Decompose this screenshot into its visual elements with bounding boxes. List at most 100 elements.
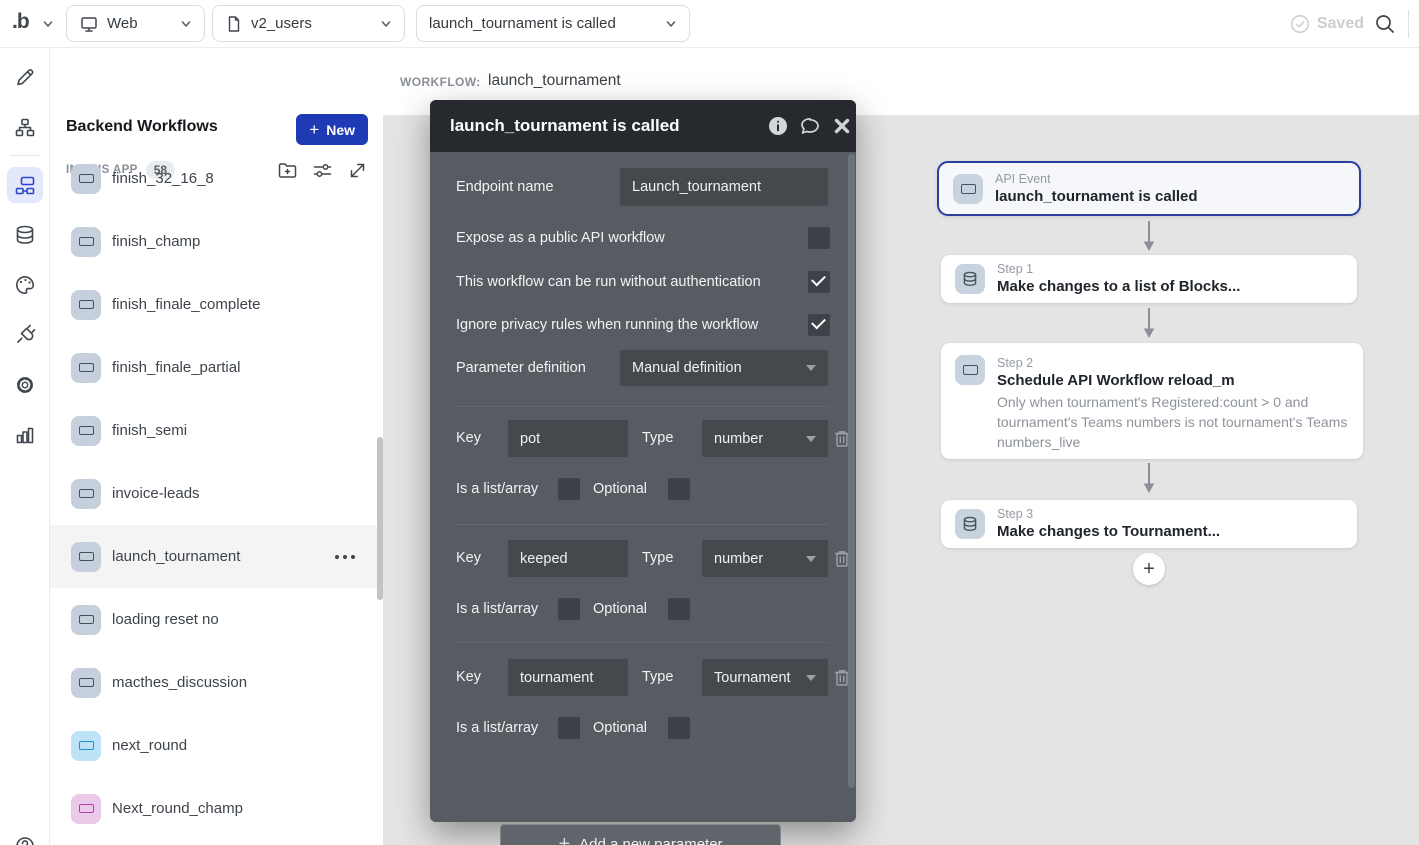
card-condition: Only when tournament's Registered:count … bbox=[997, 392, 1349, 452]
card-title: Make changes to Tournament... bbox=[997, 522, 1220, 542]
page-select-dropdown[interactable]: v2_users bbox=[212, 5, 405, 42]
param-type-select[interactable]: number bbox=[702, 540, 828, 577]
param-key-input[interactable] bbox=[508, 420, 628, 457]
styles-palette-icon[interactable] bbox=[7, 267, 43, 303]
optional-checkbox[interactable] bbox=[668, 478, 690, 500]
left-icon-rail bbox=[0, 48, 50, 845]
workflow-item-icon bbox=[71, 479, 101, 509]
no-auth-label: This workflow can be run without authent… bbox=[456, 270, 761, 294]
caret-down-icon bbox=[806, 556, 816, 562]
search-icon[interactable] bbox=[1373, 12, 1397, 36]
comment-icon[interactable] bbox=[799, 115, 821, 137]
more-options-icon[interactable] bbox=[335, 555, 355, 559]
sidebar-item-label: macthes_discussion bbox=[112, 674, 247, 691]
workflow-select-dropdown[interactable]: launch_tournament is called bbox=[416, 5, 690, 42]
modal-title: launch_tournament is called bbox=[450, 100, 680, 152]
ignore-privacy-checkbox[interactable] bbox=[808, 314, 830, 336]
sidebar-item[interactable]: invoice-leads bbox=[50, 462, 383, 525]
monitor-icon bbox=[79, 14, 99, 34]
param-definition-select[interactable]: Manual definition bbox=[620, 350, 828, 386]
add-step-button[interactable]: + bbox=[1133, 553, 1165, 585]
workflow-item-icon bbox=[71, 605, 101, 635]
sidebar-item[interactable]: Next_round_champ bbox=[50, 777, 383, 840]
modal-header[interactable]: launch_tournament is called bbox=[430, 100, 856, 152]
help-question-icon[interactable] bbox=[7, 828, 43, 845]
workflow-tab-icon[interactable] bbox=[7, 167, 43, 203]
api-step-icon bbox=[955, 355, 985, 385]
check-circle-icon bbox=[1289, 13, 1311, 35]
bubble-logo[interactable]: .b bbox=[12, 10, 29, 34]
flow-arrow-icon bbox=[1142, 308, 1156, 338]
param-type-select[interactable]: Tournament bbox=[702, 659, 828, 696]
param-key-input[interactable] bbox=[508, 659, 628, 696]
card-title: launch_tournament is called bbox=[995, 187, 1198, 207]
is-list-label: Is a list/array bbox=[456, 716, 538, 740]
sidebar-item[interactable]: macthes_discussion bbox=[50, 651, 383, 714]
sidebar-item[interactable]: next_round bbox=[50, 714, 383, 777]
step3-card[interactable]: Step 3 Make changes to Tournament... bbox=[941, 500, 1357, 548]
workflow-item-icon bbox=[71, 542, 101, 572]
logs-chart-icon[interactable] bbox=[7, 417, 43, 453]
mode-select-dropdown[interactable]: Web bbox=[66, 5, 205, 42]
add-parameter-label: Add a new parameter bbox=[579, 836, 722, 845]
divider bbox=[456, 524, 828, 525]
is-list-label: Is a list/array bbox=[456, 597, 538, 621]
sidebar-item[interactable]: loading reset no bbox=[50, 588, 383, 651]
sidebar-item[interactable]: finish_finale_complete bbox=[50, 273, 383, 336]
sidebar-item[interactable]: finish_champ bbox=[50, 210, 383, 273]
endpoint-name-input[interactable] bbox=[620, 168, 828, 206]
database-icon[interactable] bbox=[7, 217, 43, 253]
key-label: Key bbox=[456, 659, 481, 696]
modal-scrollbar[interactable] bbox=[848, 154, 855, 788]
chevron-down-icon[interactable] bbox=[42, 18, 54, 30]
sidebar-item-label: launch_tournament bbox=[112, 548, 240, 565]
workflow-header-label: WORKFLOW: bbox=[400, 75, 481, 89]
database-step-icon bbox=[955, 264, 985, 294]
sidebar-item[interactable]: finish_finale_partial bbox=[50, 336, 383, 399]
add-parameter-button[interactable]: + Add a new parameter bbox=[500, 824, 781, 845]
plus-icon: + bbox=[309, 120, 319, 140]
plugins-plug-icon[interactable] bbox=[7, 317, 43, 353]
divider bbox=[456, 406, 828, 407]
no-auth-checkbox[interactable] bbox=[808, 271, 830, 293]
chevron-down-icon bbox=[180, 18, 192, 30]
step2-card[interactable]: Step 2 Schedule API Workflow reload_m On… bbox=[941, 343, 1363, 459]
workflow-header-name: launch_tournament bbox=[488, 72, 621, 90]
caret-down-icon bbox=[806, 675, 816, 681]
card-kind: Step 1 bbox=[997, 261, 1240, 277]
api-event-card[interactable]: API Event launch_tournament is called bbox=[937, 161, 1361, 216]
workflow-item-icon bbox=[71, 794, 101, 824]
flow-arrow-icon bbox=[1142, 463, 1156, 493]
divider bbox=[456, 642, 828, 643]
settings-gear-icon[interactable] bbox=[7, 367, 43, 403]
sidebar-item-label: finish_semi bbox=[112, 422, 187, 439]
endpoint-name-label: Endpoint name bbox=[456, 168, 554, 206]
design-pencil-icon[interactable] bbox=[7, 59, 43, 95]
ignore-privacy-label: Ignore privacy rules when running the wo… bbox=[456, 313, 758, 337]
close-icon[interactable] bbox=[831, 115, 853, 137]
sidebar-item-label: finish_finale_partial bbox=[112, 359, 240, 376]
step1-card[interactable]: Step 1 Make changes to a list of Blocks.… bbox=[941, 255, 1357, 303]
backend-workflows-sidebar: Backend Workflows + New IN THIS APP 58 f… bbox=[50, 48, 383, 845]
param-key-input[interactable] bbox=[508, 540, 628, 577]
workflow-item-icon bbox=[71, 668, 101, 698]
workflow-item-icon bbox=[71, 164, 101, 194]
sidebar-item[interactable]: finish_32_16_8 bbox=[50, 147, 383, 210]
sidebar-scrollbar[interactable] bbox=[377, 437, 383, 600]
pages-tree-icon[interactable] bbox=[7, 110, 43, 146]
topbar-divider bbox=[1408, 10, 1409, 38]
is-list-checkbox[interactable] bbox=[558, 717, 580, 739]
sidebar-item-label: next_round bbox=[112, 737, 187, 754]
optional-checkbox[interactable] bbox=[668, 598, 690, 620]
is-list-checkbox[interactable] bbox=[558, 598, 580, 620]
info-icon[interactable] bbox=[767, 115, 789, 137]
card-kind: Step 2 bbox=[997, 355, 1349, 371]
expose-api-checkbox[interactable] bbox=[808, 227, 830, 249]
optional-checkbox[interactable] bbox=[668, 717, 690, 739]
chevron-down-icon bbox=[380, 18, 392, 30]
sidebar-item[interactable]: finish_semi bbox=[50, 399, 383, 462]
is-list-checkbox[interactable] bbox=[558, 478, 580, 500]
sidebar-item-selected[interactable]: launch_tournament bbox=[50, 525, 383, 588]
new-workflow-button[interactable]: + New bbox=[296, 114, 368, 145]
param-type-select[interactable]: number bbox=[702, 420, 828, 457]
